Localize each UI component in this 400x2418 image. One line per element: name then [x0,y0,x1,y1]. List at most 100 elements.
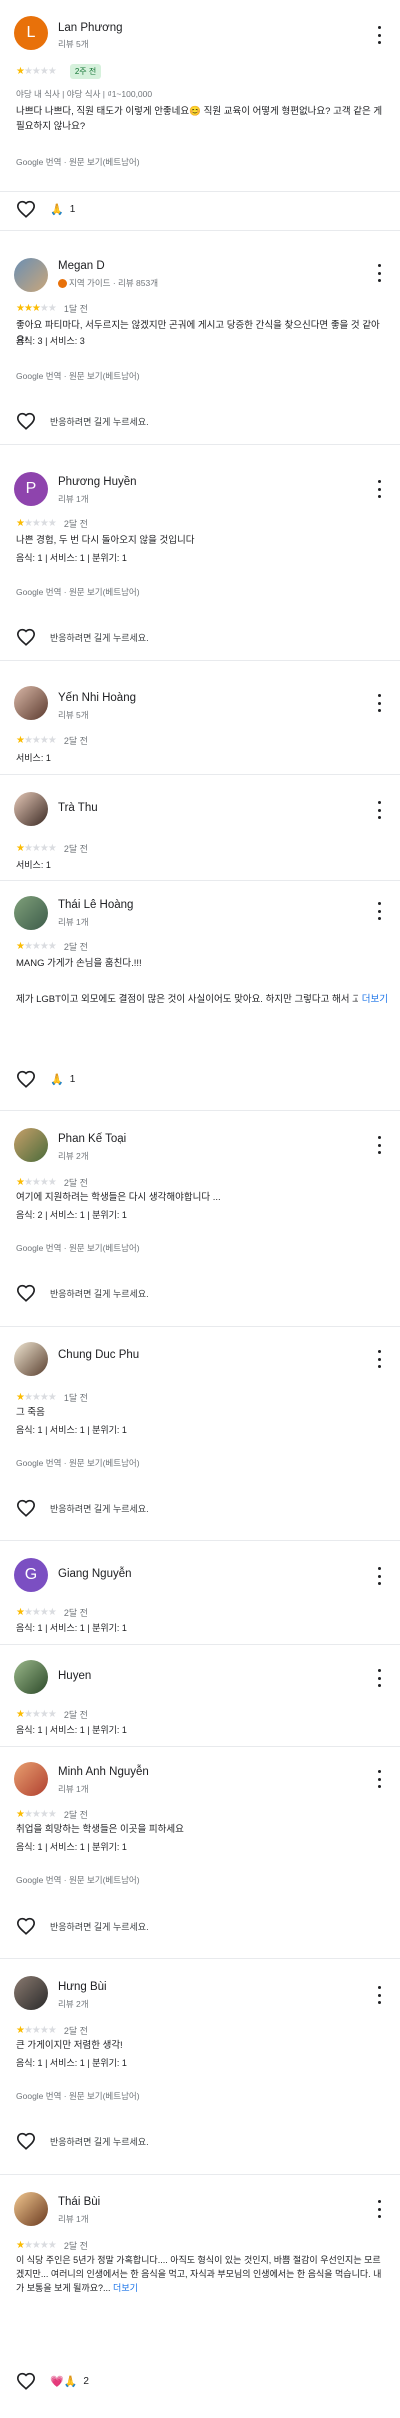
more-options-icon[interactable] [374,1567,384,1585]
rating-detail: 음식: 1 | 서비스: 1 | 분위기: 1 [16,1842,127,1852]
avatar[interactable] [14,686,48,720]
reviewer-meta: 리뷰 2개 [58,1999,89,2009]
reviewer-name[interactable]: Minh Anh Nguyễn [58,1766,149,1778]
more-options-icon[interactable] [374,902,384,920]
rating-detail: 음식: 1 | 서비스: 1 | 분위기: 1 [16,1623,127,1633]
avatar[interactable] [14,1128,48,1162]
avatar[interactable]: P [14,472,48,506]
more-options-icon[interactable] [374,1669,384,1687]
read-more-link[interactable]: 더보기 [113,2283,138,2293]
heart-icon[interactable] [16,628,36,646]
rating-row: ★★★★★ 2달 전 [16,517,88,530]
rating-row: ★★★★★ 2달 전 [16,2239,88,2252]
translation-link[interactable]: Google 번역 · 원문 보기(베트남어) [16,1457,140,1469]
star-rating-icon: ★★★★★ [16,303,57,314]
heart-icon[interactable] [16,2372,36,2390]
heart-icon[interactable] [16,412,36,430]
more-options-icon[interactable] [374,1350,384,1368]
rating-row: ★★★★★ 2달 전 [16,1606,88,1619]
reaction-row: 💗🙏 2 [16,2372,89,2390]
avatar[interactable] [14,1342,48,1376]
reviewer-name[interactable]: Trà Thu [58,802,98,814]
more-options-icon[interactable] [374,1986,384,2004]
reviewer-name[interactable]: Chung Duc Phu [58,1349,139,1361]
divider [0,1110,400,1111]
avatar[interactable]: L [14,16,48,50]
star-rating-icon: ★★★★★ [16,1709,57,1720]
reaction-row: 반응하려면 길게 누르세요. [16,1499,149,1517]
reaction-prompt: 반응하려면 길게 누르세요. [50,416,149,427]
avatar[interactable] [14,1976,48,2010]
avatar[interactable] [14,1660,48,1694]
reviewer-meta: 지역 가이드 · 리뷰 853개 [58,277,158,289]
avatar[interactable] [14,792,48,826]
translation-link[interactable]: Google 번역 · 원문 보기(베트남어) [16,586,140,598]
review-text: 여기에 지원하려는 학생들은 다시 생각해야합니다 ... [16,1192,221,1203]
reviewer-name[interactable]: Thái Bùi [58,2196,100,2208]
heart-icon[interactable] [16,2132,36,2150]
review-time: 1달 전 [63,1393,88,1403]
reviewer-name[interactable]: Lan Phương [58,22,122,34]
translation-link[interactable]: Google 번역 · 원문 보기(베트남어) [16,370,140,382]
reviewer-meta: 리뷰 5개 [58,39,89,49]
reaction-row: 🙏 1 [16,200,75,218]
more-options-icon[interactable] [374,26,384,44]
rating-detail: 음식: 1 | 서비스: 1 | 분위기: 1 [16,1725,127,1735]
star-rating-icon: ★★★★★ [16,2240,57,2251]
more-options-icon[interactable] [374,1770,384,1788]
rating-row: ★★★★★ 1달 전 [16,302,88,315]
heart-icon[interactable] [16,1284,36,1302]
more-options-icon[interactable] [374,694,384,712]
reviewer-meta: 리뷰 2개 [58,1151,89,1161]
reaction-emoji: 💗🙏 [50,2375,78,2388]
reaction-row: 반응하려면 길게 누르세요. [16,1284,149,1302]
rating-row: ★★★★★ 2달 전 [16,2024,88,2037]
reaction-row: 반응하려면 길게 누르세요. [16,2132,149,2150]
more-options-icon[interactable] [374,264,384,282]
rating-row: ★★★★★ 2달 전 [16,1176,88,1189]
heart-icon[interactable] [16,200,36,218]
reviewer-name[interactable]: Giang Nguyễn [58,1568,132,1580]
heart-icon[interactable] [16,1917,36,1935]
rating-detail: 음식: 1 | 서비스: 1 | 분위기: 1 [16,1425,127,1435]
avatar[interactable] [14,896,48,930]
reviewer-name[interactable]: Phan Kế Toại [58,1133,126,1145]
heart-icon[interactable] [16,1070,36,1088]
translation-link[interactable]: Google 번역 · 원문 보기(베트남어) [16,2090,140,2102]
divider [0,1958,400,1959]
reviewer-name[interactable]: Thái Lê Hoàng [58,899,133,911]
reaction-prompt: 반응하려면 길게 누르세요. [50,632,149,643]
review-time: 2달 전 [63,2241,88,2251]
translation-link[interactable]: Google 번역 · 원문 보기(베트남어) [16,1874,140,1886]
more-options-icon[interactable] [374,2200,384,2218]
review-time: 2달 전 [63,736,88,746]
reaction-prompt: 반응하려면 길게 누르세요. [50,2136,149,2147]
local-guide-icon [58,279,67,289]
divider [0,774,400,775]
more-options-icon[interactable] [374,480,384,498]
avatar[interactable] [14,2192,48,2226]
reaction-count: 1 [69,203,76,215]
divider [0,660,400,661]
translation-link[interactable]: Google 번역 · 원문 보기(베트남어) [16,1242,140,1254]
review-time: 2달 전 [63,1710,88,1720]
more-options-icon[interactable] [374,801,384,819]
avatar[interactable]: G [14,1558,48,1592]
reviewer-name[interactable]: Yến Nhi Hoàng [58,692,136,704]
review-time: 2달 전 [63,1608,88,1618]
translation-link[interactable]: Google 번역 · 원문 보기(베트남어) [16,156,140,168]
more-options-icon[interactable] [374,1136,384,1154]
star-rating-icon: ★★★★★ [16,66,57,77]
heart-icon[interactable] [16,1499,36,1517]
reviewer-name[interactable]: Hưng Bùi [58,1981,107,1993]
reviewer-name[interactable]: Megan D [58,260,105,272]
reviewer-name[interactable]: Huyen [58,1670,91,1682]
reaction-prompt: 반응하려면 길게 누르세요. [50,1288,149,1299]
read-more-link[interactable]: 더보기 [357,992,388,1007]
reviewer-name[interactable]: Phương Huyền [58,476,137,488]
avatar[interactable] [14,258,48,292]
star-rating-icon: ★★★★★ [16,941,57,952]
star-rating-icon: ★★★★★ [16,1607,57,1618]
avatar[interactable] [14,1762,48,1796]
time-badge: 2주 전 [69,64,102,79]
